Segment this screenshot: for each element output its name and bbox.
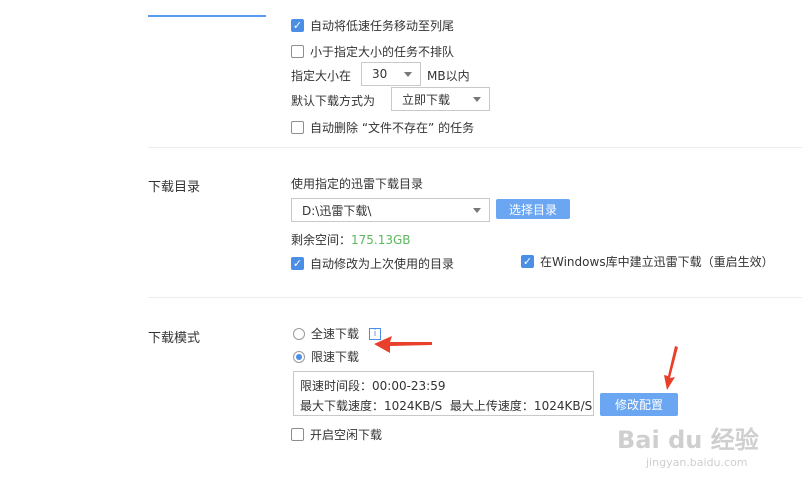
choose-directory-button[interactable]: 选择目录 [496, 199, 570, 219]
auto-move-slow-label: 自动将低速任务移动至列尾 [310, 19, 455, 33]
checkmark-icon: ✓ [291, 257, 304, 270]
free-space-label: 剩余空间： [291, 233, 352, 247]
checkbox-box [291, 121, 304, 134]
speed-limit-summary: 限速时间段：00:00-23:59 最大下载速度：1024KB/S 最大上传速度… [293, 371, 594, 416]
directory-path-value: D:\迅雷下载\ [302, 203, 372, 218]
limit-speeds: 最大下载速度：1024KB/S 最大上传速度：1024KB/S [300, 399, 593, 413]
section-divider [148, 147, 802, 148]
radio-selected-icon [293, 350, 305, 363]
size-label: 指定大小在 [291, 69, 352, 83]
limit-period: 限速时间段：00:00-23:59 [300, 379, 446, 393]
free-space: 剩余空间：175.13GB [291, 231, 411, 248]
windows-library-label: 在Windows库中建立迅雷下载（重启生效） [540, 255, 774, 269]
watermark-url: jingyan.baidu.com [646, 456, 748, 469]
default-method-label: 默认下载方式为 [291, 94, 376, 108]
use-specified-label: 使用指定的迅雷下载目录 [291, 177, 424, 191]
chevron-down-icon [473, 208, 481, 213]
idle-download-label: 开启空闲下载 [310, 428, 383, 442]
chevron-down-icon [473, 97, 481, 102]
size-unit: MB以内 [427, 69, 470, 83]
watermark-logo: Bai du 经验 [617, 426, 759, 454]
auto-modify-last-checkbox[interactable]: ✓ 自动修改为上次使用的目录 [291, 255, 454, 272]
default-method-select[interactable]: 立即下载 [391, 87, 490, 111]
directory-section-title: 下载目录 [148, 180, 201, 195]
windows-library-checkbox[interactable]: ✓ 在Windows库中建立迅雷下载（重启生效） [521, 253, 774, 270]
full-speed-label: 全速下载 [311, 327, 360, 341]
annotation-arrow-icon [374, 336, 432, 353]
size-select[interactable]: 30 [361, 62, 421, 86]
idle-download-checkbox[interactable]: 开启空闲下载 [291, 426, 382, 443]
modify-config-label: 修改配置 [614, 398, 663, 412]
annotation-arrow-icon [664, 346, 678, 390]
checkmark-icon: ✓ [521, 255, 534, 268]
limited-speed-radio[interactable]: 限速下载 [293, 348, 359, 365]
chevron-down-icon [404, 72, 412, 77]
size-select-value: 30 [372, 67, 388, 81]
modify-config-button[interactable]: 修改配置 [600, 393, 678, 416]
radio-icon [293, 327, 305, 340]
free-space-value: 175.13GB [351, 233, 411, 247]
checkbox-box [291, 45, 304, 58]
small-no-queue-checkbox[interactable]: 小于指定大小的任务不排队 [291, 43, 454, 60]
directory-path-select[interactable]: D:\迅雷下载\ [291, 198, 490, 222]
checkbox-box [291, 428, 304, 441]
auto-move-slow-checkbox[interactable]: ✓ 自动将低速任务移动至列尾 [291, 17, 454, 34]
section-divider [148, 297, 802, 298]
auto-delete-label: 自动删除 “文件不存在” 的任务 [310, 121, 475, 135]
active-tab-indicator [148, 15, 266, 17]
small-no-queue-label: 小于指定大小的任务不排队 [310, 45, 455, 59]
checkmark-icon: ✓ [291, 19, 304, 32]
choose-directory-label: 选择目录 [508, 202, 557, 217]
auto-modify-last-label: 自动修改为上次使用的目录 [310, 257, 455, 271]
limited-speed-label: 限速下载 [311, 350, 360, 364]
mode-section-title: 下载模式 [148, 331, 201, 346]
auto-delete-checkbox[interactable]: 自动删除 “文件不存在” 的任务 [291, 119, 474, 136]
full-speed-radio[interactable]: 全速下载 i [293, 325, 382, 342]
default-method-value: 立即下载 [402, 92, 451, 107]
